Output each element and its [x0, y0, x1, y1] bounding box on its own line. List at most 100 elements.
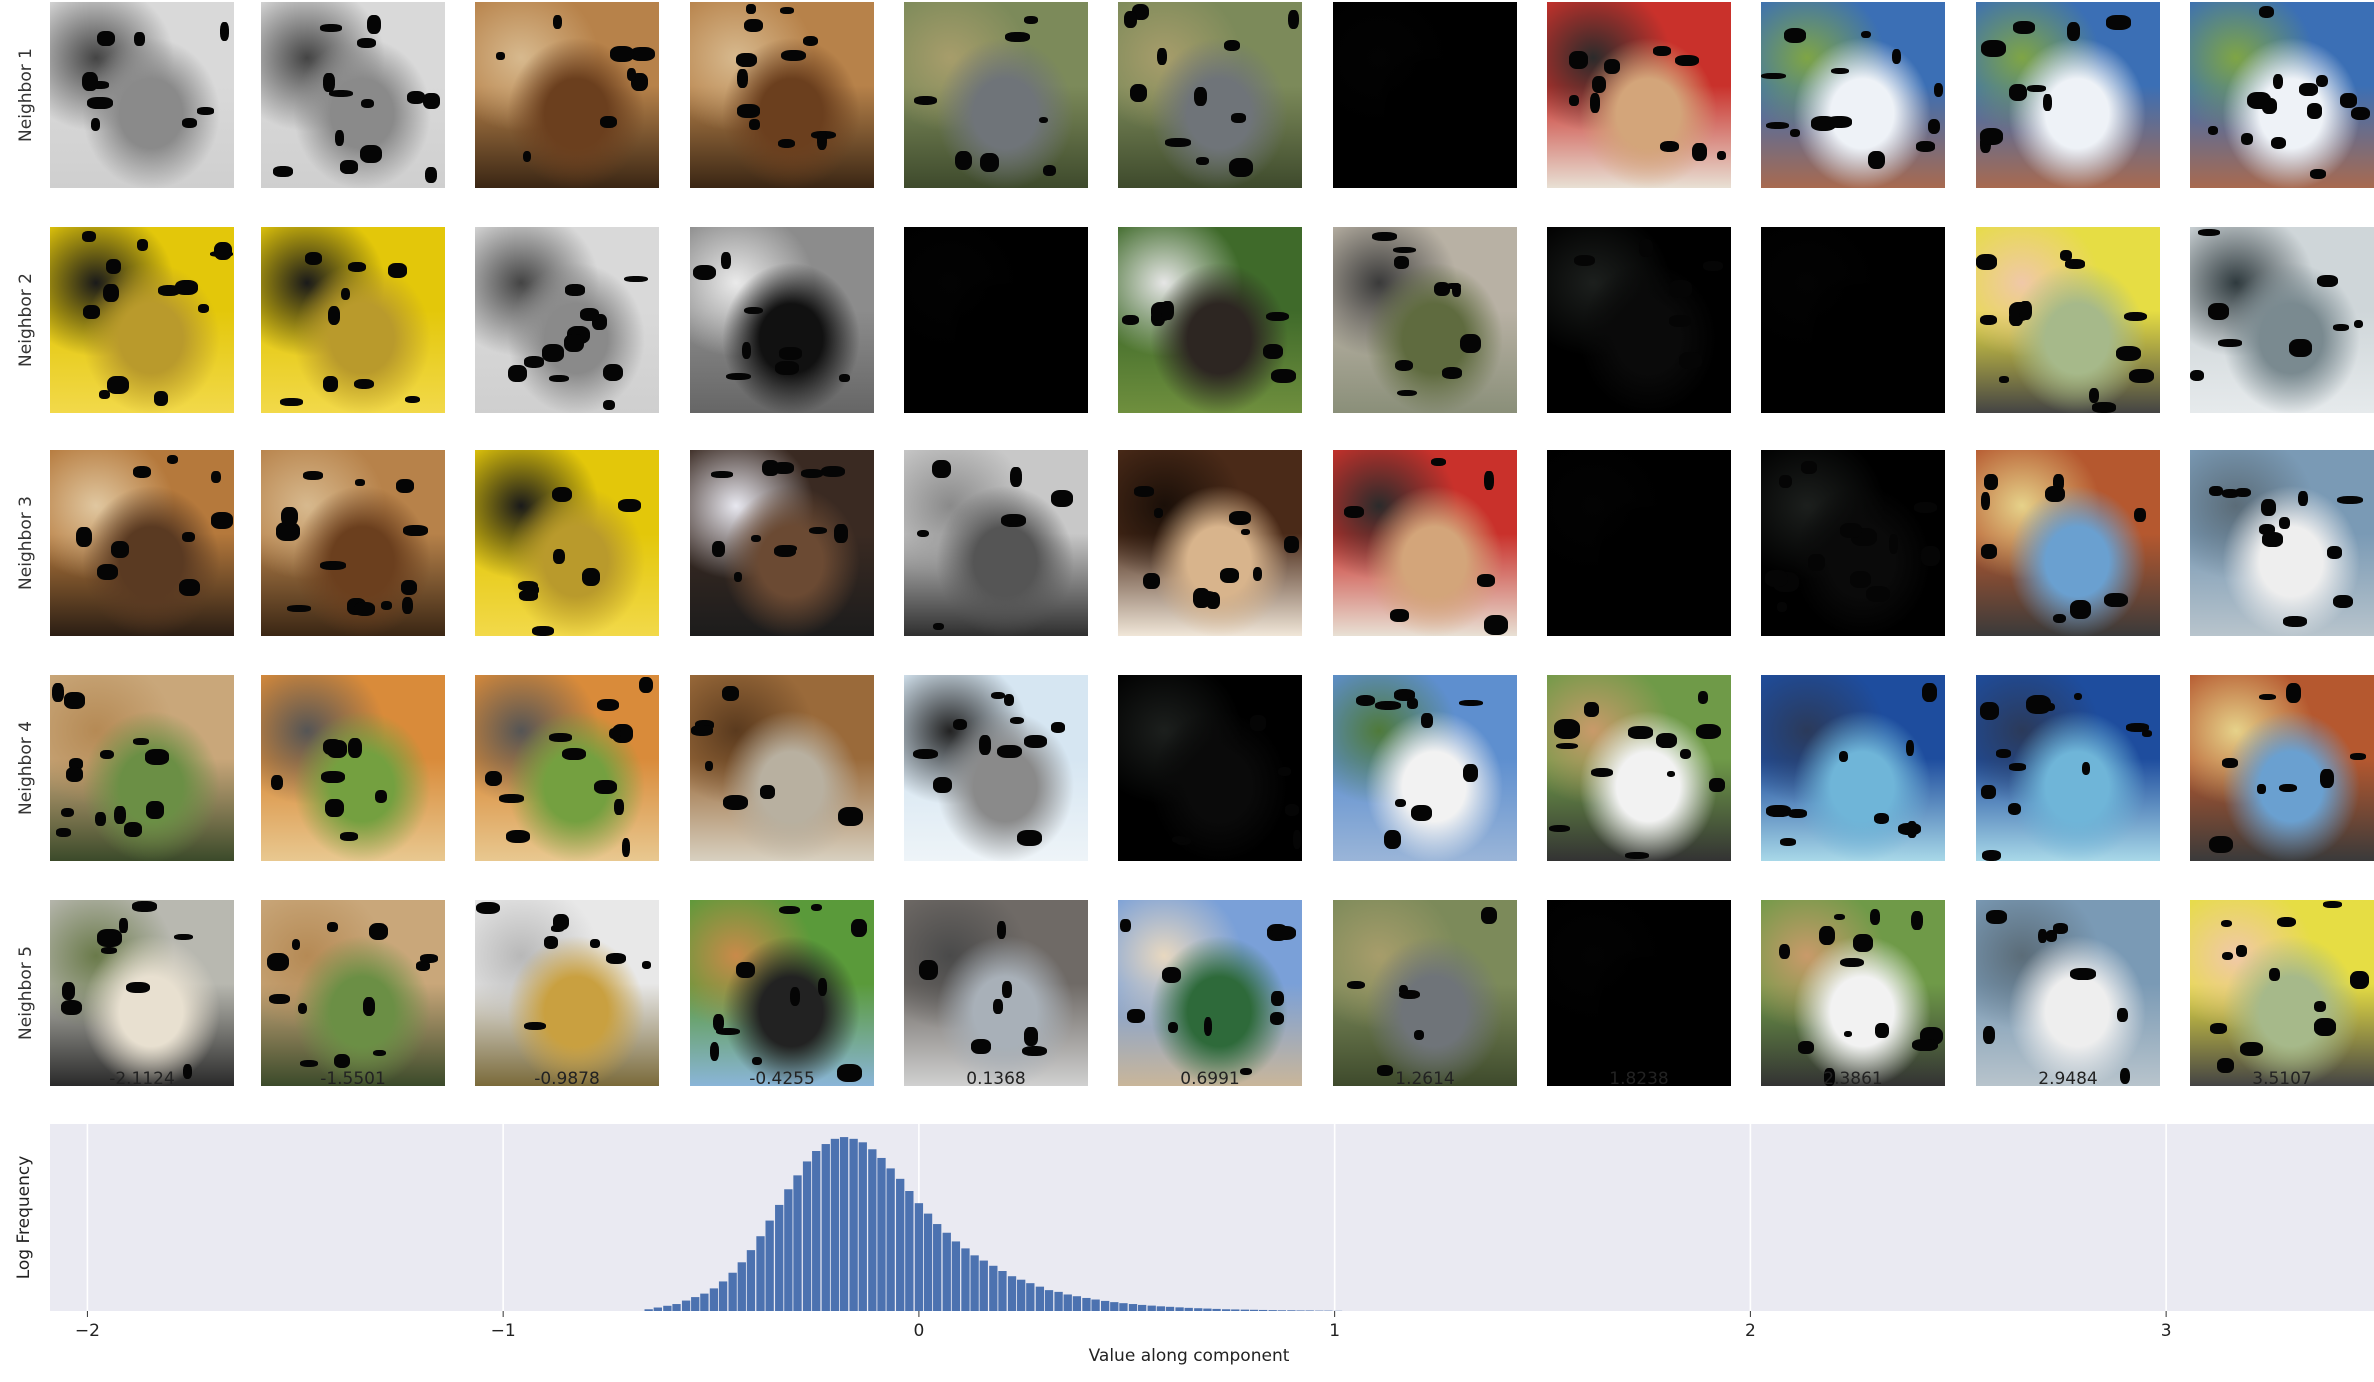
histogram-bar: [839, 1137, 849, 1311]
histogram-bar: [672, 1304, 681, 1311]
mask-patch: [1589, 93, 1600, 113]
mask-patch: [286, 605, 311, 612]
mask-patch: [1161, 301, 1174, 320]
mask-patch: [602, 399, 616, 410]
histogram-bar: [979, 1260, 988, 1311]
mask-patch: [523, 151, 532, 163]
mask-patch: [402, 596, 414, 614]
neighbor-image: [1761, 2, 1945, 188]
mask-patch: [105, 258, 122, 274]
mask-patch: [353, 602, 376, 616]
mask-patch: [2207, 303, 2229, 321]
mask-patch: [2277, 916, 2296, 928]
column-value-label: -1.5501: [320, 1069, 386, 1089]
neighbor-image: [690, 450, 874, 636]
mask-patch: [1697, 691, 1709, 704]
histogram-bar: [1007, 1276, 1017, 1311]
mask-patch: [1161, 966, 1182, 983]
mask-patch: [802, 35, 819, 47]
mask-patch: [132, 901, 157, 912]
mask-patch: [1555, 742, 1578, 750]
mask-patch: [339, 160, 358, 174]
mask-patch: [95, 812, 106, 827]
mask-patch: [61, 982, 75, 1000]
mask-patch: [1347, 980, 1366, 990]
column-value-label: 0.6991: [1180, 1069, 1240, 1089]
mask-patch: [1996, 749, 2012, 758]
mask-patch: [618, 499, 641, 512]
mask-patch: [627, 67, 637, 81]
mask-patch: [712, 1013, 725, 1031]
mask-patch: [273, 166, 293, 178]
mask-patch: [2322, 901, 2342, 909]
mask-patch: [347, 262, 366, 273]
mask-patch: [403, 525, 429, 537]
neighbor-image: [2190, 900, 2374, 1086]
mask-patch: [1573, 254, 1595, 267]
mask-patch: [954, 150, 972, 171]
mask-patch: [2269, 968, 2280, 982]
column-value-label: 0.1368: [966, 1069, 1026, 1089]
mask-patch: [1695, 723, 1721, 740]
neighbor-image: [690, 2, 874, 188]
mask-patch: [340, 287, 350, 301]
mask-patch: [83, 305, 101, 319]
mask-patch: [325, 798, 344, 818]
mask-patch: [1283, 536, 1299, 553]
mask-patch: [1220, 567, 1240, 584]
mask-patch: [979, 735, 992, 755]
histogram-bar: [1296, 1310, 1305, 1311]
mask-patch: [705, 760, 714, 771]
histogram-bar: [914, 1203, 924, 1311]
mask-patch: [86, 97, 113, 110]
neighbor-image: [1118, 227, 1302, 413]
histogram-bar: [1184, 1307, 1193, 1311]
column-value-label: 2.9484: [2038, 1069, 2098, 1089]
mask-patch: [405, 395, 421, 403]
mask-patch: [401, 580, 418, 595]
mask-patch: [1717, 150, 1726, 160]
mask-patch: [1838, 751, 1849, 763]
mask-patch: [552, 913, 569, 930]
histogram-bar: [896, 1178, 905, 1311]
mask-patch: [548, 374, 569, 383]
mask-patch: [552, 15, 563, 30]
mask-patch: [1839, 957, 1864, 968]
mask-patch: [1660, 140, 1679, 153]
mask-patch: [933, 622, 944, 630]
neighbor-image: [1761, 675, 1945, 861]
column-value-label: 1.8238: [1609, 1069, 1669, 1089]
mask-patch: [2240, 133, 2254, 146]
mask-patch: [1981, 40, 2007, 58]
x-tick-label: 0: [913, 1321, 924, 1341]
column-value-label: -2.1124: [109, 1069, 175, 1089]
histogram-bar: [1249, 1309, 1259, 1311]
histogram-bar: [775, 1204, 784, 1311]
histogram-bar: [868, 1149, 877, 1311]
mask-patch: [693, 264, 717, 281]
mask-patch: [99, 390, 111, 400]
mask-patch: [1006, 515, 1021, 524]
mask-patch: [2217, 1058, 2235, 1074]
mask-patch: [1981, 849, 2002, 861]
mask-patch: [323, 738, 342, 756]
mask-patch: [548, 733, 572, 742]
mask-patch: [326, 922, 338, 932]
mask-patch: [373, 1049, 387, 1056]
mask-patch: [997, 744, 1022, 759]
neighbor-image: [690, 227, 874, 413]
mask-patch: [1263, 343, 1284, 359]
mask-patch: [319, 23, 343, 32]
mask-patch: [1050, 490, 1074, 508]
mask-patch: [333, 1053, 350, 1069]
mask-patch: [123, 822, 143, 837]
mask-patch: [741, 341, 751, 360]
mask-patch: [912, 748, 939, 759]
mask-patch: [64, 692, 85, 709]
mask-patch: [91, 118, 101, 132]
mask-patch: [993, 999, 1003, 1015]
mask-patch: [837, 1064, 863, 1083]
mask-patch: [1392, 246, 1417, 253]
mask-patch: [1446, 282, 1461, 290]
histogram-bar: [858, 1142, 867, 1311]
